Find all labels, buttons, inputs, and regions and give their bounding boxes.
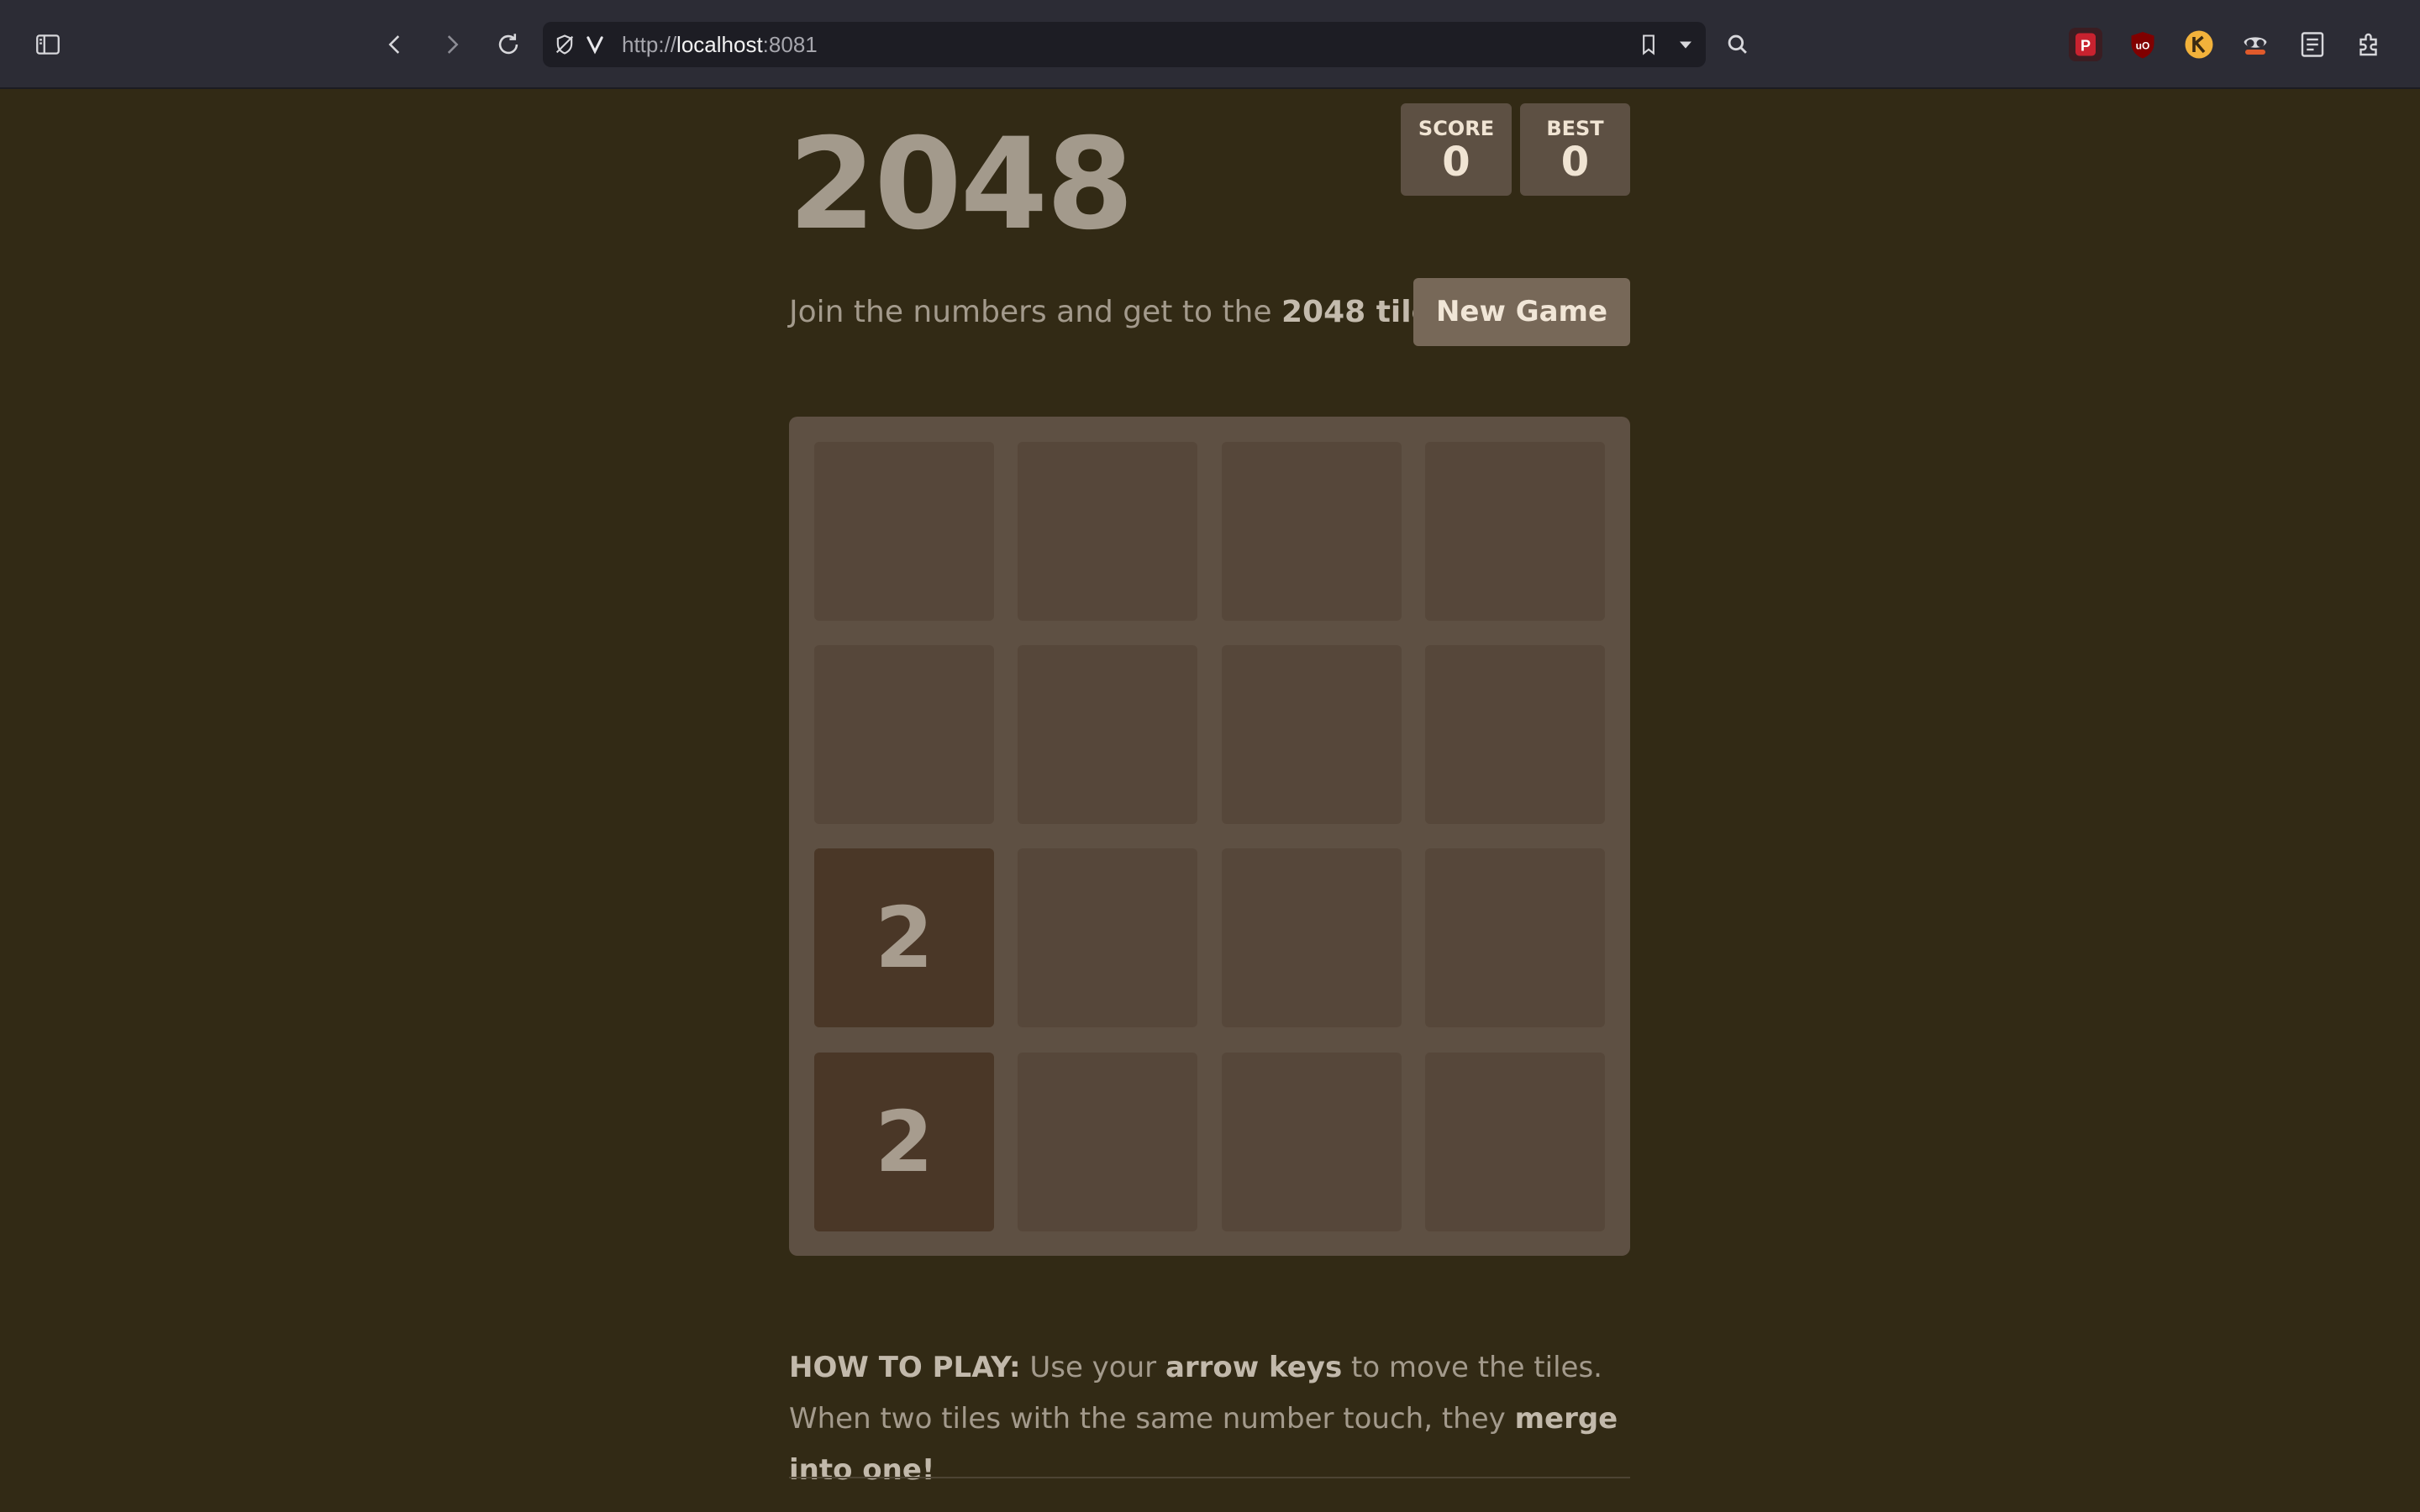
grid-cell <box>1222 442 1402 621</box>
grid-cell <box>1425 1053 1605 1231</box>
grid-cell <box>1425 442 1605 621</box>
bookmark-icon[interactable] <box>1634 29 1664 60</box>
tile-2: 2 <box>814 848 994 1027</box>
reader-view-icon[interactable] <box>2296 28 2329 61</box>
divider <box>789 1477 1630 1478</box>
svg-text:uO: uO <box>2136 39 2150 51</box>
url-text[interactable]: http://localhost:8081 <box>622 22 818 67</box>
how-to-play-text: Use your <box>1020 1351 1165 1384</box>
grid-cell <box>1018 645 1197 824</box>
back-icon[interactable] <box>370 19 420 70</box>
grid-cell <box>1018 1053 1197 1231</box>
browser-toolbar: http://localhost:8081 P uO <box>0 0 2420 89</box>
keeper-extension-icon[interactable] <box>2182 28 2216 61</box>
search-icon[interactable] <box>1712 19 1763 70</box>
grid-cell <box>1222 645 1402 824</box>
address-bar[interactable]: http://localhost:8081 <box>543 22 1706 67</box>
grid-cell <box>1222 1053 1402 1231</box>
tracking-shield-icon[interactable] <box>550 29 580 60</box>
how-to-play-label: HOW TO PLAY: <box>789 1351 1021 1384</box>
tile-2: 2 <box>814 1053 994 1231</box>
svg-text:P: P <box>2081 38 2091 55</box>
score-box: SCORE 0 <box>1401 103 1512 196</box>
score-value: 0 <box>1442 139 1470 186</box>
how-to-play: HOW TO PLAY: Use your arrow keys to move… <box>789 1342 1638 1496</box>
sidebar-toggle-icon[interactable] <box>23 19 73 70</box>
grid-cell <box>1018 848 1197 1027</box>
forward-icon[interactable] <box>427 19 477 70</box>
ublock-origin-extension-icon[interactable]: uO <box>2126 28 2160 61</box>
game-title: 2048 <box>788 112 1134 258</box>
pinterest-save-extension-icon[interactable]: P <box>2069 28 2102 61</box>
best-label: BEST <box>1546 117 1604 140</box>
url-host: localhost <box>676 32 763 57</box>
grid-cell <box>1425 645 1605 824</box>
intro-text: Join the numbers and get to the <box>789 295 1281 329</box>
game-board: 2 2 <box>789 417 1630 1256</box>
url-scheme: http:// <box>622 32 677 57</box>
extensions-puzzle-icon[interactable] <box>2353 28 2386 61</box>
grid-cell <box>1425 848 1605 1027</box>
grid-cell <box>814 645 994 824</box>
grid-cell <box>1018 442 1197 621</box>
new-game-button[interactable]: New Game <box>1413 278 1630 346</box>
reload-icon[interactable] <box>483 19 534 70</box>
best-score-box: BEST 0 <box>1520 103 1630 196</box>
grid-cell <box>1222 848 1402 1027</box>
vivaldi-icon[interactable] <box>580 29 610 60</box>
dropdown-icon[interactable] <box>1670 29 1701 60</box>
best-value: 0 <box>1560 139 1590 186</box>
game-intro: Join the numbers and get to the 2048 til… <box>789 286 1445 339</box>
arrow-keys-text: arrow keys <box>1165 1351 1343 1384</box>
score-label: SCORE <box>1418 117 1495 140</box>
url-port: :8081 <box>762 32 818 57</box>
grid-cell <box>814 442 994 621</box>
privacy-badger-extension-icon[interactable] <box>2238 28 2272 61</box>
